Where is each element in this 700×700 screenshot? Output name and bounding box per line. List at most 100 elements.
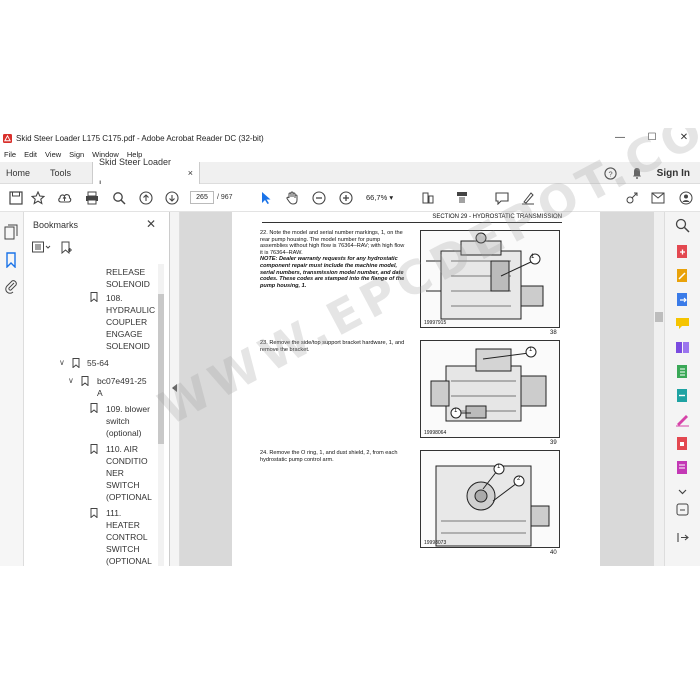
tab-home[interactable]: Home bbox=[6, 162, 30, 184]
document-viewer[interactable]: SECTION 29 - HYDROSTATIC TRANSMISSION 22… bbox=[180, 212, 654, 566]
bookmark-item[interactable]: (OPTIONAL bbox=[106, 555, 152, 566]
pump-housing-drawing bbox=[426, 232, 544, 320]
bookmarks-scrollbar[interactable] bbox=[158, 264, 164, 566]
zoom-tool-icon[interactable] bbox=[675, 218, 690, 233]
bookmark-item[interactable]: HYDRAULIC bbox=[106, 304, 155, 316]
bookmarks-title: Bookmarks bbox=[33, 220, 79, 230]
minimize-button[interactable]: — bbox=[604, 128, 636, 148]
protect-icon[interactable] bbox=[675, 436, 690, 451]
sign-in-link[interactable]: Sign In bbox=[657, 168, 690, 179]
bookmark-item[interactable]: NER bbox=[106, 467, 124, 479]
bookmark-item[interactable]: 108. bbox=[106, 292, 123, 304]
prepare-form-icon[interactable] bbox=[675, 460, 690, 475]
figure-39: 19998064 1 1 bbox=[420, 340, 560, 438]
scroll-mode-icon[interactable] bbox=[454, 190, 470, 206]
bookmark-icon bbox=[81, 376, 89, 386]
edit-pdf-icon[interactable] bbox=[675, 268, 690, 283]
figure-38: 19997915 1 bbox=[420, 230, 560, 328]
organize-pages-icon[interactable] bbox=[675, 340, 690, 355]
bookmark-item[interactable]: CONTROL bbox=[106, 531, 148, 543]
bookmark-item[interactable]: bc07e491-25 bbox=[97, 375, 147, 387]
fill-sign-icon[interactable] bbox=[675, 412, 690, 427]
bookmark-item[interactable]: SWITCH bbox=[106, 543, 140, 555]
export-pdf-icon[interactable] bbox=[675, 292, 690, 307]
collapse-arrow-icon bbox=[172, 384, 177, 392]
bookmark-item[interactable]: COUPLER bbox=[106, 316, 147, 328]
bookmark-item[interactable]: ENGAGE bbox=[106, 328, 142, 340]
bookmark-item[interactable]: SOLENOID bbox=[106, 278, 150, 290]
star-icon[interactable] bbox=[30, 190, 46, 206]
tab-tools[interactable]: Tools bbox=[50, 162, 71, 184]
zoom-out-icon[interactable] bbox=[311, 190, 327, 206]
bookmark-item[interactable]: A bbox=[97, 387, 103, 399]
close-window-button[interactable]: ✕ bbox=[668, 128, 700, 148]
menu-view[interactable]: View bbox=[41, 148, 65, 162]
save-icon[interactable] bbox=[8, 190, 24, 206]
document-scrollbar[interactable] bbox=[654, 212, 664, 566]
zoom-in-icon[interactable] bbox=[338, 190, 354, 206]
expand-toggle-icon[interactable]: ∨ bbox=[59, 358, 65, 367]
page-display-icon[interactable] bbox=[420, 190, 436, 206]
email-icon[interactable] bbox=[650, 190, 666, 206]
menu-file[interactable]: File bbox=[0, 148, 20, 162]
bookmark-icon bbox=[90, 444, 98, 454]
bookmark-options-icon[interactable] bbox=[32, 241, 52, 253]
step-23: 23. Remove the side/top support bracket … bbox=[260, 340, 406, 353]
cloud-upload-icon[interactable] bbox=[56, 190, 72, 206]
account-icon[interactable] bbox=[678, 190, 694, 206]
bell-icon[interactable] bbox=[631, 167, 643, 179]
bookmark-item[interactable]: 109. blower bbox=[106, 403, 150, 415]
next-page-icon[interactable] bbox=[164, 190, 180, 206]
more-tools-chevron-icon[interactable] bbox=[675, 484, 690, 499]
bookmarks-close-icon[interactable]: ✕ bbox=[146, 217, 156, 231]
previous-page-icon[interactable] bbox=[138, 190, 154, 206]
new-bookmark-icon[interactable] bbox=[60, 241, 72, 254]
hand-tool-icon[interactable] bbox=[284, 190, 300, 206]
comment-tool-icon[interactable] bbox=[675, 316, 690, 331]
step-24: 24. Remove the O ring, 1, and dust shiel… bbox=[260, 450, 406, 463]
step-22: 22. Note the model and serial number mar… bbox=[260, 230, 406, 289]
bookmark-item[interactable]: SOLENOID bbox=[106, 340, 150, 352]
attachment-icon[interactable] bbox=[4, 278, 20, 294]
share-link-icon[interactable] bbox=[624, 190, 640, 206]
print-icon[interactable] bbox=[84, 190, 100, 206]
create-pdf-icon[interactable] bbox=[675, 244, 690, 259]
maximize-button[interactable]: ☐ bbox=[636, 128, 668, 148]
select-cursor-icon[interactable] bbox=[258, 190, 274, 206]
comment-icon[interactable] bbox=[494, 190, 510, 206]
cloud-storage-icon[interactable] bbox=[675, 502, 690, 517]
page-number-input[interactable]: 265 bbox=[190, 191, 214, 204]
highlight-pen-icon[interactable] bbox=[520, 190, 536, 206]
document-scroll-thumb[interactable] bbox=[655, 312, 663, 322]
menu-edit[interactable]: Edit bbox=[20, 148, 41, 162]
window-title: Skid Steer Loader L175 C175.pdf - Adobe … bbox=[16, 133, 264, 143]
bookmark-item[interactable]: SWITCH bbox=[106, 479, 140, 491]
figure-39-callout: 1 bbox=[454, 408, 458, 414]
bookmark-item[interactable]: 111. bbox=[106, 507, 121, 519]
menu-sign[interactable]: Sign bbox=[65, 148, 88, 162]
bookmark-item[interactable]: switch bbox=[106, 415, 130, 427]
bookmarks-toolbar bbox=[32, 238, 72, 256]
panel-collapse-handle[interactable] bbox=[170, 212, 180, 566]
bookmark-icon bbox=[72, 358, 80, 368]
svg-text:?: ? bbox=[608, 169, 612, 178]
zoom-level-select[interactable]: 66,7% ▾ bbox=[366, 192, 393, 203]
bookmark-item[interactable]: (optional) bbox=[106, 427, 141, 439]
bookmark-item[interactable]: CONDITIO bbox=[106, 455, 148, 467]
combine-files-icon[interactable] bbox=[675, 364, 690, 379]
scan-ocr-icon[interactable] bbox=[675, 388, 690, 403]
pages-thumbnail-icon[interactable] bbox=[4, 224, 20, 240]
bookmark-panel-icon[interactable] bbox=[4, 252, 20, 269]
bookmark-item[interactable]: HEATER bbox=[106, 519, 140, 531]
bookmark-item[interactable]: (OPTIONAL bbox=[106, 491, 152, 503]
tab-close-icon[interactable]: × bbox=[188, 162, 193, 184]
expand-pane-icon[interactable] bbox=[675, 530, 690, 545]
bookmarks-scroll-thumb[interactable] bbox=[158, 294, 164, 444]
help-icon[interactable]: ? bbox=[604, 166, 617, 180]
bookmark-item[interactable]: 55-64 bbox=[87, 357, 109, 369]
tab-document[interactable]: Skid Steer Loader L... × bbox=[92, 157, 200, 189]
expand-toggle-icon[interactable]: ∨ bbox=[68, 376, 74, 385]
bookmark-item[interactable]: 110. AIR bbox=[106, 443, 138, 455]
search-icon[interactable] bbox=[111, 190, 127, 206]
bookmark-item[interactable]: RELEASE bbox=[106, 266, 145, 278]
